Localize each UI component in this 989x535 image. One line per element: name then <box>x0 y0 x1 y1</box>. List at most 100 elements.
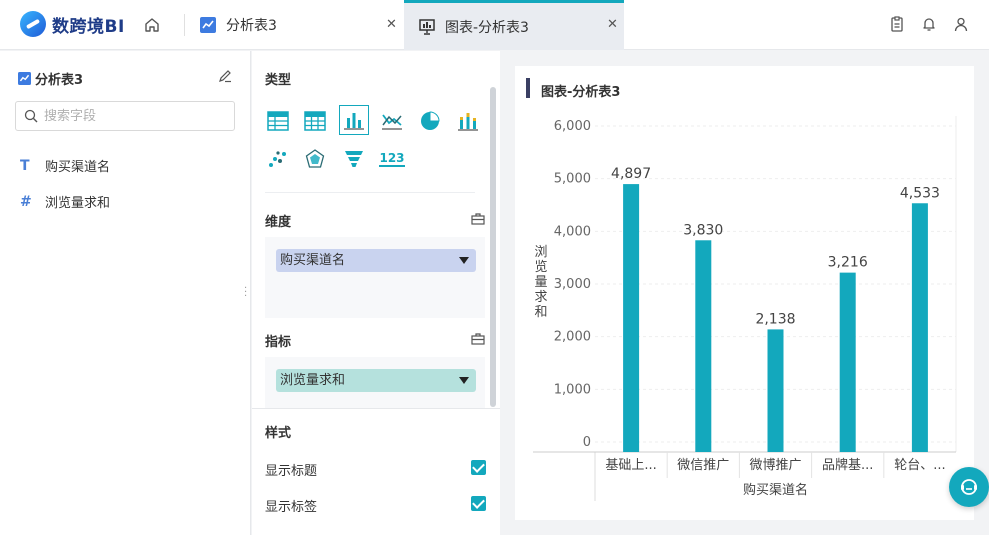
bar <box>623 184 640 452</box>
show-title-checkbox[interactable] <box>471 460 486 475</box>
y-tick-label: 3,000 <box>554 277 591 292</box>
radar-icon <box>305 149 325 168</box>
chart-type-table[interactable] <box>263 106 293 136</box>
field-label: 浏览量求和 <box>45 196 111 211</box>
data-label: 3,216 <box>828 255 868 271</box>
x-tick-label: 品牌基... <box>822 457 873 473</box>
clipboard-icon[interactable] <box>889 16 905 32</box>
data-label: 4,533 <box>900 185 940 201</box>
home-icon[interactable] <box>143 16 161 34</box>
toolbox-icon[interactable] <box>471 213 485 225</box>
chart-type-pie[interactable] <box>415 106 445 136</box>
chart-type-pivot[interactable] <box>300 106 330 136</box>
drag-handle[interactable]: · · · <box>244 284 247 302</box>
tab-analysis-table[interactable]: 分析表3 ✕ <box>200 0 404 50</box>
divider <box>265 192 475 193</box>
pivot-table-icon <box>304 111 326 131</box>
x-axis-label: 购买渠道名 <box>743 482 808 498</box>
chart-type-line[interactable] <box>377 106 407 136</box>
bar <box>695 240 712 452</box>
search-input[interactable] <box>44 107 229 125</box>
chart-panel: 图表-分析表3 0 1,000 2,000 3,000 4,000 5,000 6,000 4… <box>515 66 974 520</box>
metric-pill[interactable]: 浏览量求和 <box>276 369 476 392</box>
panel-title: 分析表3 <box>18 69 83 88</box>
y-tick-label: 4,000 <box>554 224 591 239</box>
chart-type-number[interactable]: 123 <box>377 144 407 174</box>
toolbox-icon[interactable] <box>471 333 485 345</box>
metric-section-label: 指标 <box>265 335 292 350</box>
data-label: 4,897 <box>611 166 651 182</box>
dimension-section-label: 维度 <box>265 215 292 230</box>
y-tick-label: 1,000 <box>554 382 591 397</box>
search-icon <box>24 109 38 123</box>
bar <box>911 203 928 452</box>
pie-chart-icon <box>421 111 440 130</box>
field-search[interactable] <box>15 101 235 131</box>
y-tick-label: 5,000 <box>554 172 591 187</box>
bar <box>839 272 856 452</box>
bar <box>767 329 784 452</box>
x-tick-label: 微信推广 <box>677 458 729 473</box>
config-scrollbar[interactable] <box>490 87 496 407</box>
data-label: 2,138 <box>755 311 795 327</box>
number-icon: 123 <box>379 150 405 167</box>
app-name: 数跨境BI <box>52 16 125 37</box>
table-icon <box>267 111 289 131</box>
divider <box>252 408 500 409</box>
type-section-label: 类型 <box>265 73 292 88</box>
bell-icon[interactable] <box>921 16 937 32</box>
y-tick-label: 2,000 <box>554 330 591 345</box>
x-tick-label: 轮台、... <box>894 458 945 473</box>
bar-chart: 0 1,000 2,000 3,000 4,000 5,000 6,000 4,897 基础上.… <box>533 116 957 501</box>
chart-type-radar[interactable] <box>300 144 330 174</box>
field-item-views[interactable]: # 浏览量求和 <box>20 192 111 212</box>
dimension-pill-label: 购买渠道名 <box>280 253 346 268</box>
tab-label: 分析表3 <box>226 18 277 34</box>
dimension-drop-area[interactable]: 购买渠道名 <box>265 237 485 318</box>
data-label: 3,830 <box>683 222 723 238</box>
caret-down-icon[interactable] <box>459 257 469 264</box>
close-icon[interactable]: ✕ <box>386 17 397 32</box>
text-type-icon: T <box>20 157 30 174</box>
dimension-pill[interactable]: 购买渠道名 <box>276 249 476 272</box>
chart-type-stacked[interactable] <box>453 106 483 136</box>
chart-type-bar[interactable] <box>339 105 369 135</box>
number-type-icon: # <box>20 193 32 210</box>
chart-type-funnel[interactable] <box>339 144 369 174</box>
close-icon[interactable]: ✕ <box>607 17 618 32</box>
x-tick-label: 微博推广 <box>749 458 801 473</box>
top-bar: 数跨境BI 分析表3 ✕ 图表-分析表3 ✕ <box>0 0 989 50</box>
y-tick-label: 0 <box>583 435 591 450</box>
panel-title-text: 分析表3 <box>35 73 84 88</box>
field-item-channel[interactable]: T 购买渠道名 <box>20 156 111 176</box>
line-chart-icon <box>200 17 216 33</box>
chat-support-icon <box>961 479 977 495</box>
funnel-icon <box>345 151 363 167</box>
bar-chart-icon <box>344 113 364 130</box>
metric-pill-label: 浏览量求和 <box>280 373 346 388</box>
tab-label: 图表-分析表3 <box>445 19 529 36</box>
line-chart-icon <box>382 114 402 130</box>
metric-drop-area[interactable]: 浏览量求和 <box>265 357 485 408</box>
y-axis-label: 浏览量求和 <box>534 244 547 320</box>
x-tick-label: 基础上... <box>605 458 656 473</box>
tab-chart[interactable]: 图表-分析表3 ✕ <box>404 0 624 50</box>
scatter-icon <box>269 151 286 167</box>
logo-icon <box>20 11 46 37</box>
stacked-bar-icon <box>458 113 478 131</box>
field-panel: 分析表3 T 购买渠道名 # 浏览量求和 <box>0 51 251 535</box>
show-labels-checkbox[interactable] <box>471 496 486 511</box>
show-title-label: 显示标题 <box>265 464 318 479</box>
style-section-label: 样式 <box>265 426 292 441</box>
line-chart-icon <box>18 72 31 85</box>
edit-icon[interactable] <box>218 69 232 83</box>
presentation-icon <box>419 18 435 35</box>
show-labels-label: 显示标签 <box>265 500 318 515</box>
field-label: 购买渠道名 <box>45 160 111 175</box>
caret-down-icon[interactable] <box>459 377 469 384</box>
help-button[interactable] <box>949 467 989 507</box>
y-tick-label: 6,000 <box>554 119 591 134</box>
user-icon[interactable] <box>953 16 969 32</box>
app-logo[interactable]: 数跨境BI <box>20 11 125 37</box>
chart-type-scatter[interactable] <box>263 144 293 174</box>
